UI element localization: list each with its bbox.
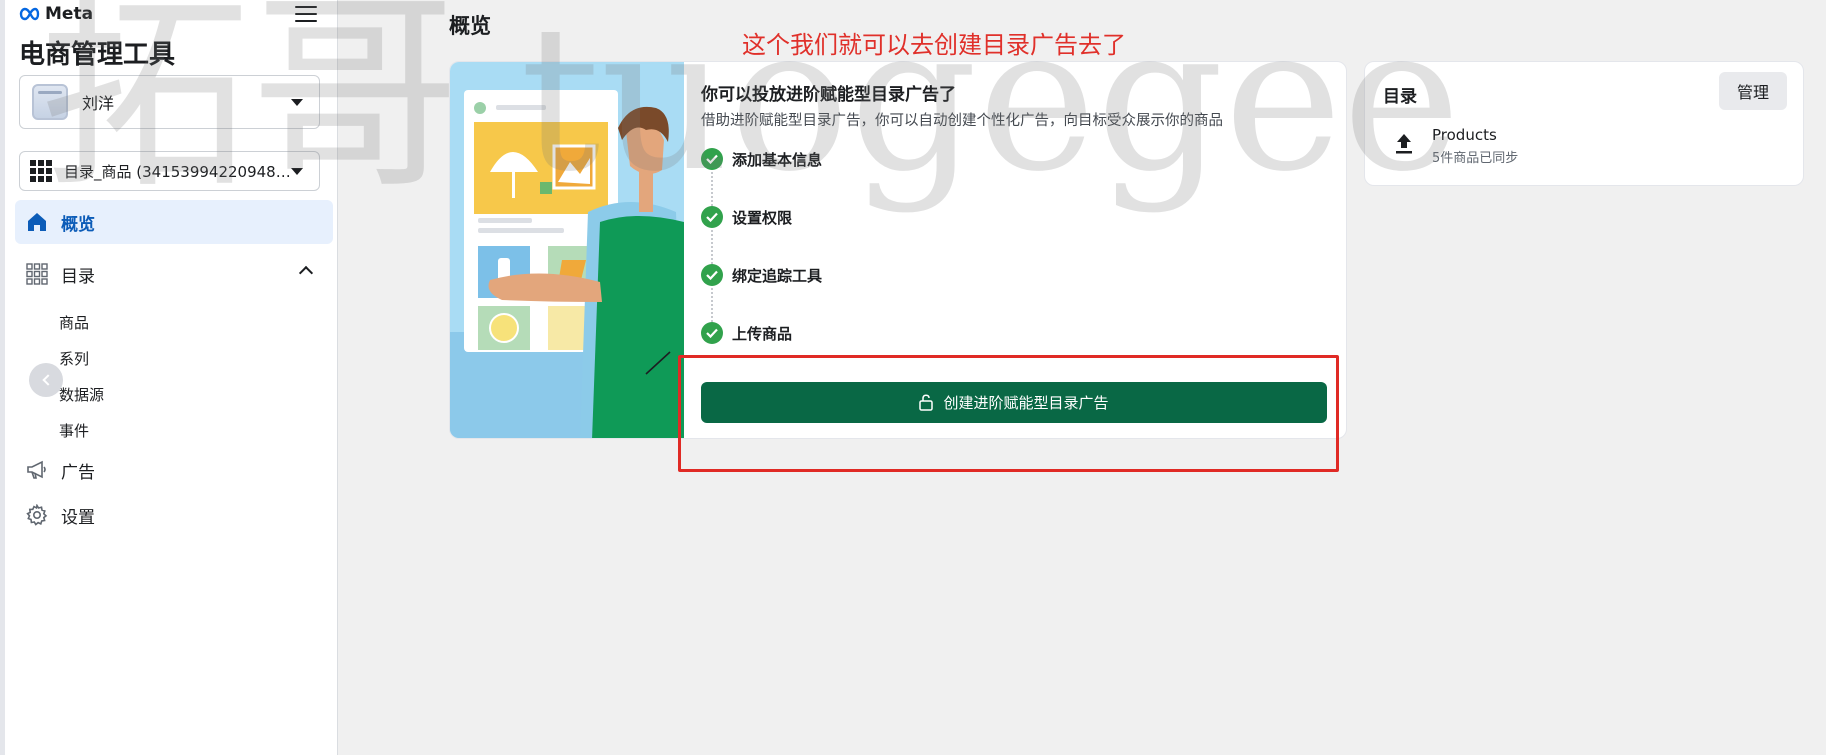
product-source-name[interactable]: Products — [1432, 126, 1497, 144]
meta-infinity-icon — [19, 7, 40, 21]
setup-description: 借助进阶赋能型目录广告，你可以自动创建个性化广告，向目标受众展示你的商品 — [701, 113, 1223, 129]
manage-button[interactable]: 管理 — [1719, 72, 1787, 110]
step-label: 添加基本信息 — [732, 150, 823, 169]
grid-icon — [30, 160, 52, 182]
nav-overview-label: 概览 — [61, 214, 95, 235]
brand-name: Meta — [45, 4, 94, 24]
setup-card: 你可以投放进阶赋能型目录广告了 借助进阶赋能型目录广告，你可以自动创建个性化广告… — [449, 61, 1347, 439]
check-circle-icon — [701, 264, 723, 286]
step-connector — [711, 172, 713, 206]
app-title: 电商管理工具 — [19, 40, 176, 70]
step-item: 上传商品 — [701, 322, 792, 344]
product-sync-status: 5件商品已同步 — [1432, 151, 1519, 166]
account-selector[interactable]: 刘洋 — [19, 75, 320, 129]
unlock-icon — [919, 394, 934, 411]
annotation-text: 这个我们就可以去创建目录广告去了 — [742, 31, 1126, 59]
catalog-grid-icon — [25, 262, 49, 286]
step-item: 添加基本信息 — [701, 148, 822, 170]
catalog-card: 目录 管理 Products 5件商品已同步 — [1364, 61, 1804, 186]
sidebar: Meta 电商管理工具 刘洋 目录_商品 (34153994220948… 概览… — [0, 0, 338, 755]
nav-catalog[interactable]: 目录 — [15, 252, 333, 296]
gear-icon — [25, 503, 49, 527]
nav-ads-label: 广告 — [61, 462, 95, 483]
step-label: 设置权限 — [732, 208, 793, 227]
nav-overview[interactable]: 概览 — [15, 200, 333, 244]
nav-sub-data-sources[interactable]: 数据源 — [59, 384, 104, 405]
collapse-sidebar-button[interactable] — [29, 363, 63, 397]
setup-title: 你可以投放进阶赋能型目录广告了 — [701, 85, 956, 105]
page-title: 概览 — [449, 14, 491, 38]
step-label: 上传商品 — [732, 324, 793, 343]
catalog-card-title: 目录 — [1383, 87, 1417, 107]
create-catalog-ad-button[interactable]: 创建进阶赋能型目录广告 — [701, 382, 1327, 423]
nav-sub-sets[interactable]: 系列 — [59, 348, 89, 369]
nav-settings-label: 设置 — [61, 507, 95, 528]
account-name: 刘洋 — [82, 94, 115, 113]
caret-down-icon — [291, 167, 303, 175]
step-item: 设置权限 — [701, 206, 792, 228]
chevron-left-icon — [42, 374, 54, 386]
home-icon — [25, 210, 49, 234]
step-item: 绑定追踪工具 — [701, 264, 822, 286]
check-circle-icon — [701, 322, 723, 344]
nav-catalog-label: 目录 — [61, 266, 95, 287]
step-connector — [711, 288, 713, 322]
catalog-selector[interactable]: 目录_商品 (34153994220948… — [19, 151, 320, 191]
step-label: 绑定追踪工具 — [732, 266, 823, 285]
meta-logo[interactable]: Meta — [19, 4, 93, 24]
upload-icon — [1396, 134, 1412, 154]
megaphone-icon — [25, 458, 49, 482]
nav-sub-products[interactable]: 商品 — [59, 312, 89, 333]
nav-sub-events[interactable]: 事件 — [59, 420, 89, 441]
check-circle-icon — [701, 206, 723, 228]
setup-content: 你可以投放进阶赋能型目录广告了 借助进阶赋能型目录广告，你可以自动创建个性化广告… — [701, 80, 1321, 130]
chevron-up-icon[interactable] — [298, 265, 314, 281]
step-connector — [711, 230, 713, 264]
account-avatar — [32, 84, 68, 120]
shopkeeper-illustration — [450, 62, 684, 438]
nav-settings[interactable]: 设置 — [15, 493, 333, 537]
check-circle-icon — [701, 148, 723, 170]
caret-down-icon — [291, 98, 303, 106]
menu-icon[interactable] — [295, 4, 317, 24]
catalog-name: 目录_商品 (34153994220948… — [64, 162, 291, 181]
create-button-label: 创建进阶赋能型目录广告 — [943, 394, 1109, 412]
nav-ads[interactable]: 广告 — [15, 448, 333, 492]
